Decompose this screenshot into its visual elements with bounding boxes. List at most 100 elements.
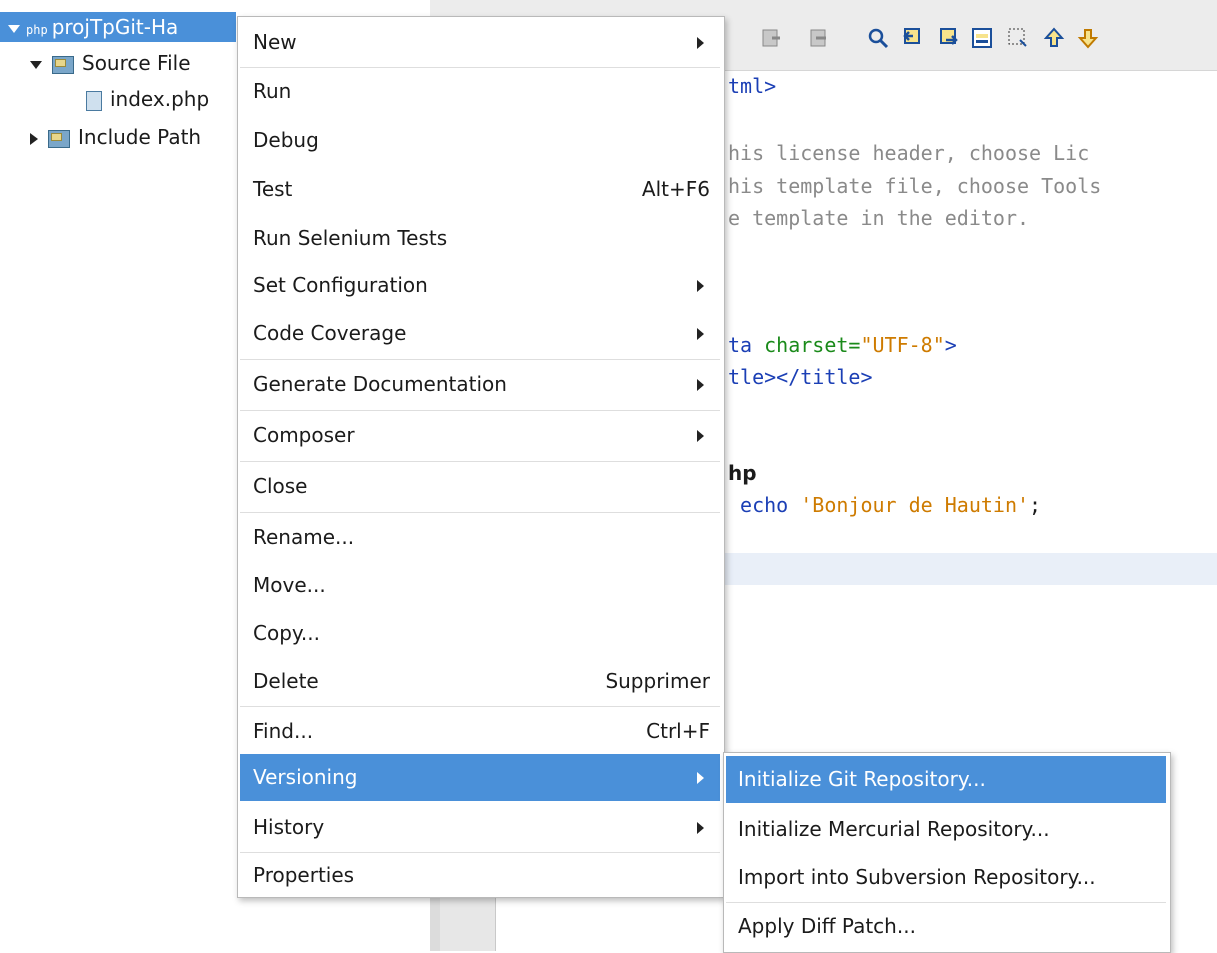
tree-node-index-php[interactable]: index.php <box>86 84 209 114</box>
submenu-item-initialize-git[interactable]: Initialize Git Repository... <box>726 756 1166 803</box>
menu-item-history[interactable]: History <box>240 804 720 851</box>
code-token: > <box>944 333 957 357</box>
menu-item-label: New <box>253 30 297 54</box>
menu-item-label: Move... <box>253 573 326 597</box>
code-line: his template file, choose Tools <box>728 173 1101 199</box>
tree-node-source-files[interactable]: Source File <box>30 48 191 78</box>
menu-item-code-coverage[interactable]: Code Coverage <box>240 310 720 357</box>
code-token: tml> <box>728 74 777 98</box>
expand-arrow-icon[interactable] <box>8 24 20 33</box>
toggle-highlight-icon[interactable] <box>970 26 994 50</box>
menu-item-generate-documentation[interactable]: Generate Documentation <box>240 361 720 408</box>
current-line-highlight <box>725 553 1217 585</box>
code-token: hp <box>728 461 757 485</box>
menu-separator <box>240 359 720 360</box>
code-token: echo <box>728 493 801 517</box>
expand-arrow-icon[interactable] <box>30 60 42 69</box>
menu-item-shortcut: Supprimer <box>605 669 710 693</box>
menu-item-new[interactable]: New <box>240 19 720 66</box>
menu-item-label: Find... <box>253 719 314 743</box>
code-token: his template file, choose Tools <box>728 174 1102 198</box>
submenu-item-apply-diff-patch[interactable]: Apply Diff Patch... <box>726 903 1166 950</box>
code-token: "UTF-8" <box>860 333 945 357</box>
menu-item-label: History <box>253 815 325 839</box>
menu-item-find[interactable]: Find... Ctrl+F <box>240 708 720 755</box>
previous-bookmark-icon[interactable] <box>1042 26 1066 50</box>
php-project-icon: php <box>26 23 48 37</box>
menu-item-label: Delete <box>253 669 319 693</box>
menu-item-set-configuration[interactable]: Set Configuration <box>240 262 720 309</box>
submenu-item-label: Import into Subversion Repository... <box>738 865 1096 889</box>
menu-item-copy[interactable]: Copy... <box>240 610 720 657</box>
code-token: ta <box>728 333 765 357</box>
submenu-arrow-icon <box>697 37 704 49</box>
submenu-arrow-icon <box>697 772 704 784</box>
menu-item-close[interactable]: Close <box>240 463 720 510</box>
code-line: e template in the editor. <box>728 205 1029 231</box>
submenu-item-label: Initialize Mercurial Repository... <box>738 817 1050 841</box>
menu-item-label: Copy... <box>253 621 320 645</box>
menu-separator <box>240 410 720 411</box>
project-label: projTpGit-Ha <box>51 15 179 39</box>
code-line: his license header, choose Lic <box>728 140 1089 166</box>
forward-icon[interactable] <box>808 26 832 50</box>
menu-item-shortcut: Ctrl+F <box>646 719 710 743</box>
menu-item-label: Versioning <box>253 765 358 789</box>
menu-item-shortcut: Alt+F6 <box>641 177 710 201</box>
collapse-arrow-icon[interactable] <box>30 132 38 145</box>
menu-item-debug[interactable]: Debug <box>240 117 720 164</box>
source-folder-icon <box>52 55 74 74</box>
project-context-menu: New Run Debug Test Alt+F6 Run Selenium Te… <box>237 16 725 898</box>
index-file-label: index.php <box>110 87 210 111</box>
submenu-arrow-icon <box>697 430 704 442</box>
rectangular-selection-icon[interactable] <box>1006 26 1030 50</box>
menu-item-label: Code Coverage <box>253 321 407 345</box>
menu-separator <box>240 706 720 707</box>
tree-node-project[interactable]: php projTpGit-Ha <box>0 12 236 42</box>
menu-item-label: Test <box>253 177 293 201</box>
menu-item-test[interactable]: Test Alt+F6 <box>240 166 720 213</box>
submenu-arrow-icon <box>697 328 704 340</box>
back-icon[interactable] <box>760 26 784 50</box>
find-previous-icon[interactable] <box>902 26 926 50</box>
submenu-item-label: Initialize Git Repository... <box>738 767 986 791</box>
code-line: echo 'Bonjour de Hautin'; <box>728 492 1041 518</box>
menu-item-run-selenium-tests[interactable]: Run Selenium Tests <box>240 215 720 262</box>
menu-item-run[interactable]: Run <box>240 68 720 115</box>
menu-item-label: Set Configuration <box>253 273 428 297</box>
submenu-item-label: Apply Diff Patch... <box>738 914 916 938</box>
next-bookmark-icon[interactable] <box>1076 26 1100 50</box>
menu-separator <box>240 512 720 513</box>
menu-item-label: Debug <box>253 128 319 152</box>
menu-item-move[interactable]: Move... <box>240 562 720 609</box>
submenu-arrow-icon <box>697 379 704 391</box>
menu-item-label: Close <box>253 474 308 498</box>
php-file-icon <box>86 90 102 111</box>
code-token: ; <box>1029 493 1042 517</box>
include-path-label: Include Path <box>78 125 202 149</box>
menu-item-delete[interactable]: Delete Supprimer <box>240 658 720 705</box>
find-selection-icon[interactable] <box>866 26 890 50</box>
code-token: his license header, choose Lic <box>728 141 1090 165</box>
menu-item-rename[interactable]: Rename... <box>240 514 720 561</box>
menu-item-label: Run Selenium Tests <box>253 226 448 250</box>
menu-item-composer[interactable]: Composer <box>240 412 720 459</box>
code-line: hp <box>728 460 757 486</box>
code-token: 'Bonjour de Hautin' <box>800 493 1030 517</box>
menu-item-properties[interactable]: Properties <box>240 852 720 899</box>
source-files-label: Source File <box>82 51 191 75</box>
submenu-arrow-icon <box>697 822 704 834</box>
find-next-icon[interactable] <box>936 26 960 50</box>
code-token: tle></title> <box>728 365 873 389</box>
code-line: ta charset="UTF-8"> <box>728 332 957 358</box>
tree-node-include-path[interactable]: Include Path <box>30 122 201 152</box>
menu-item-label: Rename... <box>253 525 355 549</box>
menu-item-label: Composer <box>253 423 355 447</box>
menu-item-versioning[interactable]: Versioning <box>240 754 720 801</box>
include-path-icon <box>48 129 70 148</box>
submenu-item-initialize-mercurial[interactable]: Initialize Mercurial Repository... <box>726 806 1166 853</box>
submenu-item-import-subversion[interactable]: Import into Subversion Repository... <box>726 854 1166 901</box>
menu-item-label: Properties <box>253 863 355 887</box>
code-line: tml> <box>728 73 776 99</box>
code-token: charset= <box>764 333 861 357</box>
